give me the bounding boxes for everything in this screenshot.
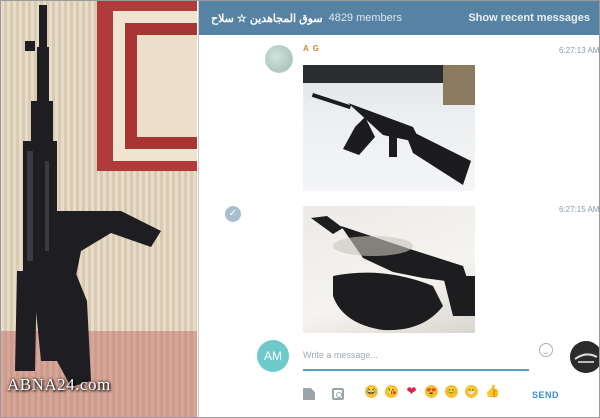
emoji-laugh[interactable]: 😂 (365, 385, 378, 398)
chat-title[interactable]: سوق المجاهدين ☆ سلاح (211, 12, 323, 25)
sender-name[interactable]: A G (303, 44, 320, 53)
emoji-kiss[interactable]: 😘 (385, 385, 398, 398)
message-time: 6:27:13 AM (559, 46, 600, 55)
show-recent-button[interactable]: Show recent messages (468, 12, 590, 24)
emoji-thumbs-up[interactable]: 👍 (485, 385, 500, 398)
members-count: 4829 members (328, 12, 402, 24)
rifle-photo-2 (311, 216, 475, 331)
camera-icon[interactable] (332, 388, 344, 400)
emoji-grin[interactable]: 😁 (465, 385, 478, 398)
send-button[interactable]: SEND (532, 390, 559, 400)
channel-logo-image (570, 341, 599, 373)
channel-logo[interactable] (570, 341, 599, 373)
screenshot-frame: ABNA24.com 4829 members سوق المجاهدين ☆ … (0, 0, 600, 418)
rifle-photo-1 (303, 65, 475, 185)
watermark: ABNA24.com (7, 375, 111, 394)
telegram-chat: 4829 members سوق المجاهدين ☆ سلاح Show r… (198, 1, 600, 417)
emoji-heart[interactable]: ❤ (405, 385, 418, 398)
smile-icon[interactable] (539, 343, 553, 357)
chat-header[interactable]: 4829 members سوق المجاهدين ☆ سلاح Show r… (199, 1, 599, 35)
emoji-bar: 😂 😘 ❤ 😍 😊 😁 👍 (365, 385, 500, 398)
message-time: 6:27:15 AM (559, 205, 600, 214)
message-photo[interactable] (303, 65, 475, 191)
message-photo[interactable] (303, 206, 475, 333)
rifle-image (15, 5, 161, 387)
rifle-photo: ABNA24.com (1, 1, 197, 417)
check-icon[interactable]: ✓ (225, 206, 241, 222)
emoji-smile[interactable]: 😊 (445, 385, 458, 398)
my-avatar[interactable]: AM (257, 340, 289, 372)
emoji-love-eyes[interactable]: 😍 (425, 385, 438, 398)
message-input[interactable] (303, 341, 529, 371)
sender-avatar[interactable] (265, 45, 293, 73)
file-icon[interactable] (303, 388, 315, 400)
